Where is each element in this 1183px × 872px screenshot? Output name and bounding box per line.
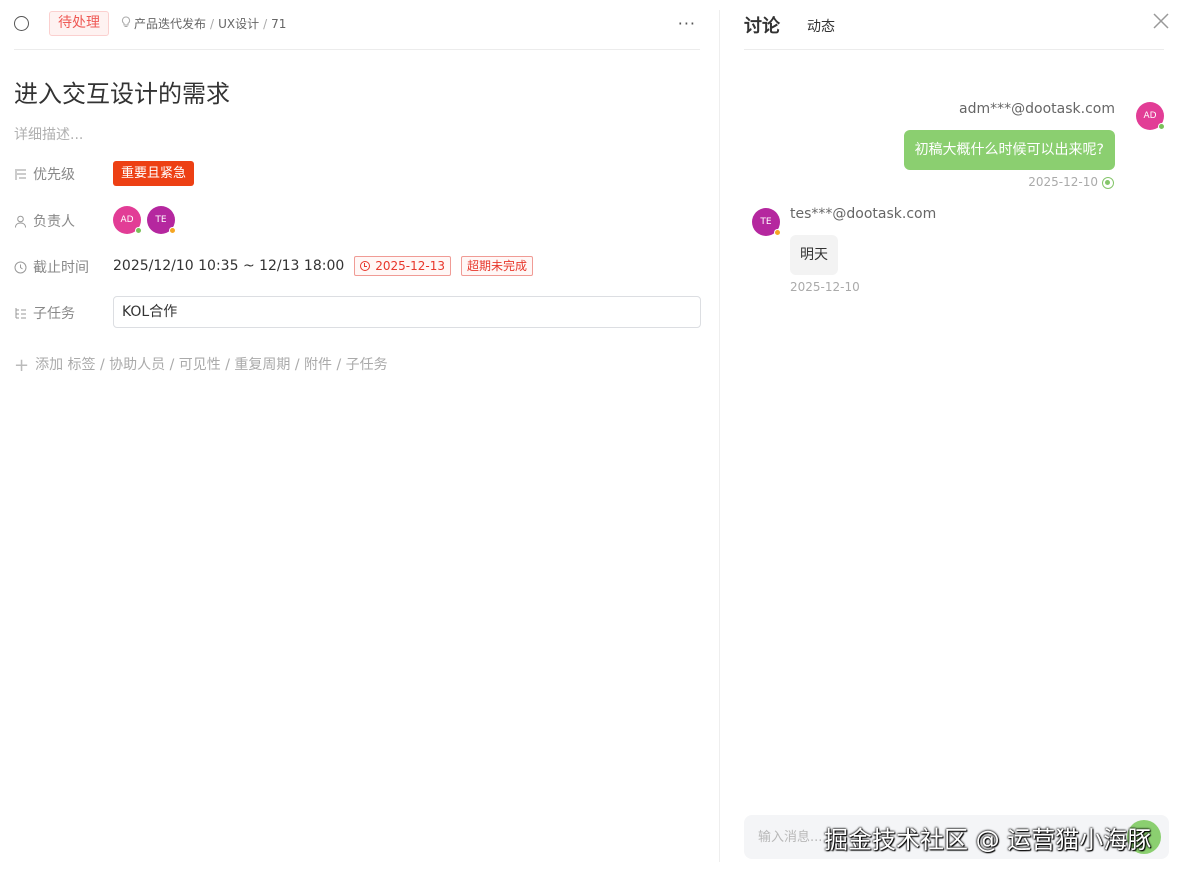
avatar[interactable]: AD xyxy=(113,206,142,234)
clock-icon xyxy=(14,261,27,274)
avatar[interactable]: AD xyxy=(1136,102,1165,130)
priority-label: 优先级 xyxy=(14,164,75,184)
breadcrumb: 产品迭代发布 / UX设计/71 xyxy=(120,16,286,32)
discussion-header: 讨论 动态 xyxy=(744,10,1169,50)
task-header: 待处理 产品迭代发布 / UX设计/71 ··· xyxy=(14,10,700,50)
deadline-range[interactable]: 2025/12/10 10:35 ~ 12/13 18:00 xyxy=(113,258,344,274)
description-placeholder[interactable]: 详细描述... xyxy=(14,124,83,144)
task-title[interactable]: 进入交互设计的需求 xyxy=(14,74,230,109)
close-icon[interactable] xyxy=(1150,10,1172,32)
message-time: 2025-12-10 xyxy=(790,280,860,294)
online-status-dot xyxy=(135,227,142,234)
breadcrumb-separator: / xyxy=(263,17,268,31)
message-sender: tes***@dootask.com xyxy=(790,206,937,222)
clock-icon xyxy=(360,261,371,271)
read-status-icon xyxy=(1102,177,1114,189)
watermark: 掘金技术社区 @ 运营猫小海豚 xyxy=(824,826,1152,854)
priority-row: 优先级 重要且紧急 xyxy=(14,158,704,188)
message-bubble[interactable]: 初稿大概什么时候可以出来呢? xyxy=(903,130,1115,170)
priority-icon xyxy=(15,169,26,180)
due-date-tag: 2025-12-13 xyxy=(354,256,452,276)
owner-row: 负责人 AD TE xyxy=(14,205,704,235)
subtask-label: 子任务 xyxy=(14,303,75,323)
lightbulb-icon xyxy=(120,16,132,32)
deadline-label: 截止时间 xyxy=(14,257,89,277)
tab-discuss[interactable]: 讨论 xyxy=(744,12,780,38)
discussion-panel: 讨论 动态 adm***@dootask.com AD 初稿大概什么时候可以出来… xyxy=(720,0,1183,872)
deadline-row: 截止时间 2025/12/10 10:35 ~ 12/13 18:00 2025… xyxy=(14,251,704,281)
owner-avatars: AD TE xyxy=(113,205,181,235)
avatar[interactable]: TE xyxy=(752,208,781,236)
plus-icon: + xyxy=(14,355,30,376)
away-status-dot xyxy=(169,227,176,234)
tab-activity[interactable]: 动态 xyxy=(807,16,835,36)
status-badge[interactable]: 待处理 xyxy=(49,11,109,36)
message-sender: adm***@dootask.com xyxy=(959,101,1115,117)
priority-tag[interactable]: 重要且紧急 xyxy=(113,160,195,186)
away-status-dot xyxy=(774,229,781,236)
task-id: 71 xyxy=(271,17,287,31)
task-detail-panel: 待处理 产品迭代发布 / UX设计/71 ··· 进入交互设计的需求 详细描述...… xyxy=(0,0,719,872)
complete-toggle[interactable] xyxy=(14,16,29,31)
subtask-row: 子任务 KOL合作 xyxy=(14,296,704,328)
add-more-fields[interactable]: + 添加 标签 / 协助人员 / 可见性 / 重复周期 / 附件 / 子任务 xyxy=(14,354,388,376)
subtask-icon xyxy=(15,308,26,319)
subtask-item[interactable]: KOL合作 xyxy=(113,296,701,328)
breadcrumb-separator: / xyxy=(210,17,215,31)
person-icon xyxy=(15,215,26,228)
breadcrumb-column[interactable]: UX设计 xyxy=(218,17,259,31)
online-status-dot xyxy=(1158,123,1165,130)
message-time: 2025-12-10 xyxy=(1028,175,1098,189)
more-options-button[interactable]: ··· xyxy=(678,14,696,33)
owner-label: 负责人 xyxy=(14,211,75,231)
avatar[interactable]: TE xyxy=(147,206,176,234)
breadcrumb-project[interactable]: 产品迭代发布 xyxy=(134,17,206,31)
overdue-tag: 超期未完成 xyxy=(461,256,534,276)
message-bubble[interactable]: 明天 xyxy=(790,235,838,275)
